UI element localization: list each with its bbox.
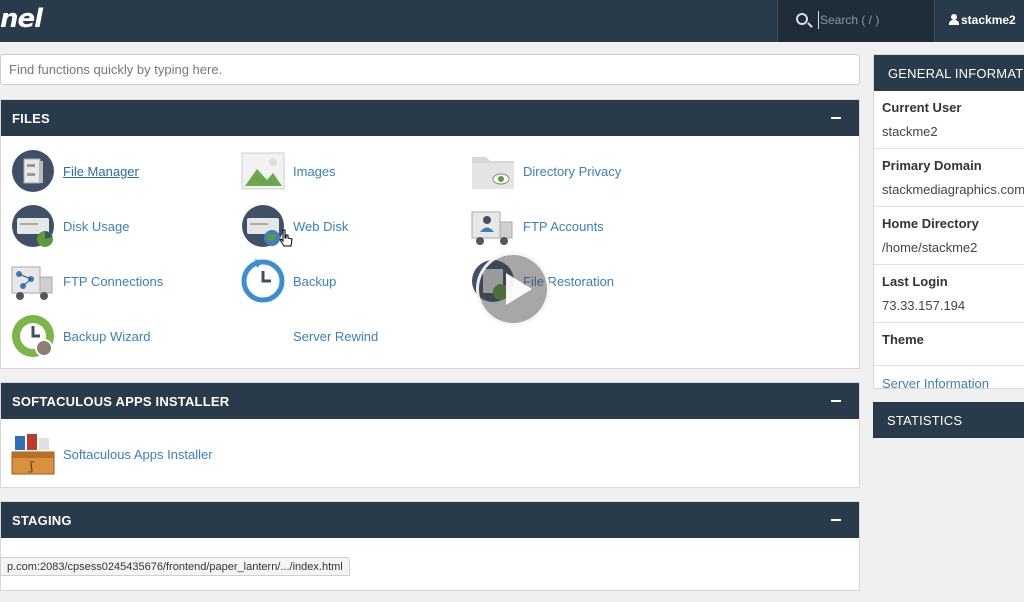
- status-bar-url: p.com:2083/cpsess0245435676/frontend/pap…: [0, 557, 350, 576]
- collapse-icon[interactable]: [831, 400, 841, 402]
- cpanel-logo[interactable]: nel: [0, 4, 43, 34]
- theme-row: Theme: [874, 323, 1024, 366]
- server-information-link[interactable]: Server Information: [874, 366, 1024, 401]
- last-login-value: 73.33.157.194: [882, 298, 966, 313]
- statistics-title[interactable]: STATISTICS: [873, 402, 1024, 438]
- staging-panel-header[interactable]: STAGING: [1, 502, 859, 538]
- files-panel-title: FILES: [12, 111, 50, 126]
- current-user-row: Current User stackme2: [874, 91, 1024, 149]
- collapse-icon[interactable]: [831, 519, 841, 521]
- softaculous-item[interactable]: ʃ Softaculous Apps Installer: [11, 432, 213, 476]
- top-bar: nel stackme2: [0, 0, 1024, 42]
- current-user-key: Current User: [882, 100, 962, 115]
- images-label: Images: [293, 163, 336, 179]
- general-information-title: GENERAL INFORMATION: [874, 55, 1024, 91]
- ftp-accounts-label: FTP Accounts: [523, 218, 604, 234]
- web-disk-label: Web Disk: [293, 218, 349, 234]
- backup-label: Backup: [293, 273, 337, 289]
- general-information-panel: GENERAL INFORMATION Current User stackme…: [873, 54, 1024, 391]
- quick-find-input[interactable]: [0, 54, 860, 85]
- files-panel: FILES File Manager Images Directory Priv…: [0, 99, 860, 369]
- directory-privacy-item[interactable]: Directory Privacy: [471, 149, 621, 193]
- user-menu[interactable]: stackme2: [934, 0, 1024, 42]
- disk-usage-item[interactable]: Disk Usage: [11, 204, 129, 248]
- current-user-value: stackme2: [882, 124, 938, 139]
- search-area: [777, 0, 934, 42]
- search-input[interactable]: [818, 11, 928, 29]
- images-icon: [241, 149, 285, 193]
- staging-panel: STAGING gement: [0, 501, 860, 591]
- user-icon: [949, 14, 959, 25]
- collapse-icon[interactable]: [831, 117, 841, 119]
- file-manager-icon: [11, 149, 55, 193]
- home-directory-value: /home/stackme2: [882, 240, 978, 255]
- mouse-cursor-icon: [279, 229, 293, 247]
- softaculous-panel-header[interactable]: SOFTACULOUS APPS INSTALLER: [1, 383, 859, 419]
- server-rewind-icon: [241, 314, 285, 358]
- ftp-accounts-item[interactable]: FTP Accounts: [471, 204, 604, 248]
- username: stackme2: [961, 13, 1016, 27]
- directory-privacy-label: Directory Privacy: [523, 163, 622, 179]
- server-rewind-item[interactable]: Server Rewind: [241, 314, 378, 358]
- ftp-connections-label: FTP Connections: [63, 273, 164, 289]
- softaculous-panel-title: SOFTACULOUS APPS INSTALLER: [12, 394, 230, 409]
- ftp-connections-icon: [11, 259, 55, 303]
- softaculous-panel: SOFTACULOUS APPS INSTALLER ʃ Softaculous…: [0, 382, 860, 488]
- theme-key: Theme: [882, 332, 924, 347]
- backup-item[interactable]: Backup: [241, 259, 336, 303]
- backup-wizard-label: Backup Wizard: [63, 328, 151, 344]
- primary-domain-row: Primary Domain stackmediagraphics.com: [874, 149, 1024, 207]
- last-login-row: Last Login 73.33.157.194: [874, 265, 1024, 323]
- softaculous-icon: ʃ: [11, 432, 55, 476]
- backup-wizard-item[interactable]: Backup Wizard: [11, 314, 150, 358]
- disk-usage-label: Disk Usage: [63, 218, 130, 234]
- file-manager-item[interactable]: File Manager: [11, 149, 139, 193]
- statistics-panel: STATISTICS: [873, 402, 1024, 602]
- images-item[interactable]: Images: [241, 149, 336, 193]
- staging-panel-title: STAGING: [12, 513, 72, 528]
- web-disk-item[interactable]: Web Disk: [241, 204, 348, 248]
- primary-domain-key: Primary Domain: [882, 158, 982, 173]
- backup-wizard-icon: [11, 314, 55, 358]
- directory-privacy-icon: [471, 149, 515, 193]
- primary-domain-value: stackmediagraphics.com: [882, 182, 1024, 197]
- search-icon: [796, 13, 808, 25]
- ftp-accounts-icon: [471, 204, 515, 248]
- file-manager-label: File Manager: [63, 163, 139, 179]
- last-login-key: Last Login: [882, 274, 948, 289]
- disk-usage-icon: [11, 204, 55, 248]
- softaculous-label: Softaculous Apps Installer: [63, 446, 213, 462]
- files-panel-header[interactable]: FILES: [1, 100, 859, 136]
- ftp-connections-item[interactable]: FTP Connections: [11, 259, 163, 303]
- video-play-icon[interactable]: [476, 252, 550, 326]
- home-directory-key: Home Directory: [882, 216, 979, 231]
- home-directory-row: Home Directory /home/stackme2: [874, 207, 1024, 265]
- server-rewind-label: Server Rewind: [293, 328, 379, 344]
- backup-icon: [241, 259, 285, 303]
